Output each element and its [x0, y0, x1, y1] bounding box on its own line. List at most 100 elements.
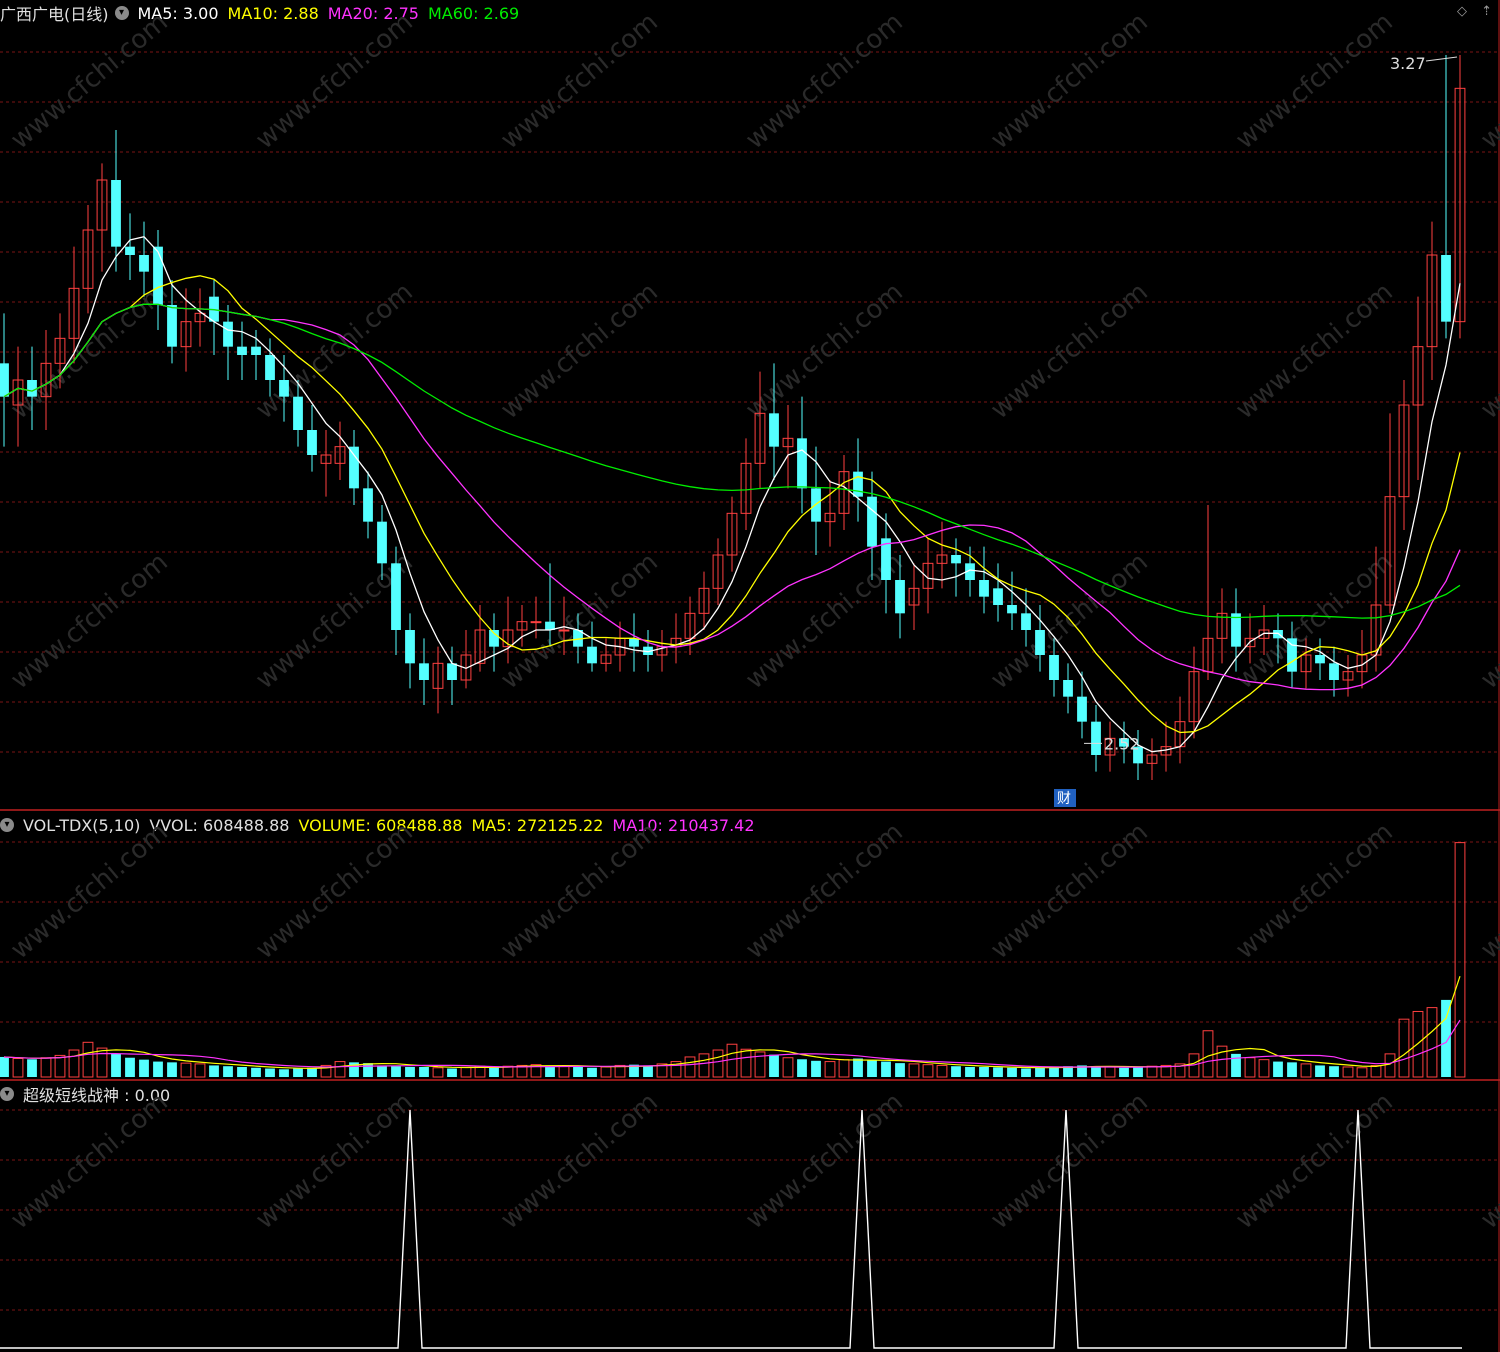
- candle-body: [1021, 613, 1031, 630]
- candle-body: [349, 446, 359, 489]
- volume-bar: [643, 1065, 653, 1077]
- watermark: www.cfchi.com: [250, 7, 419, 155]
- candle-body: [1231, 613, 1241, 647]
- volume-bar: [1216, 1045, 1228, 1078]
- volume-bar: [1384, 1053, 1396, 1078]
- watermark: www.cfchi.com: [5, 547, 174, 695]
- volume-bar: [180, 1062, 192, 1078]
- watermark: www.cfchi.com: [740, 277, 909, 425]
- candle-body: [0, 363, 9, 397]
- candle-body: [251, 346, 261, 355]
- candle-body: [530, 621, 542, 624]
- candle-body: [993, 588, 1003, 605]
- volume-bar: [489, 1066, 499, 1077]
- volume-bar: [853, 1058, 863, 1077]
- watermark: www.cfchi.com: [1230, 817, 1399, 965]
- volume-bar: [251, 1067, 261, 1077]
- candle-body: [139, 255, 149, 272]
- volume-bar: [68, 1049, 80, 1078]
- watermark: www.cfchi.com: [250, 1087, 419, 1235]
- watermark: www.cfchi.com: [5, 277, 174, 425]
- volume-bar: [1441, 999, 1451, 1077]
- volume-bar: [419, 1066, 429, 1077]
- volume-bar: [838, 1059, 850, 1078]
- volume-bar: [1315, 1065, 1325, 1077]
- volume-bar: [125, 1057, 135, 1077]
- watermark: www.cfchi.com: [495, 7, 664, 155]
- watermark: www.cfchi.com: [1475, 817, 1500, 965]
- candle-body: [1063, 680, 1073, 697]
- volume-bar: [1244, 1057, 1256, 1078]
- volume-bar: [740, 1048, 752, 1078]
- high-arrow: [1425, 56, 1458, 62]
- watermark: www.cfchi.com: [1230, 1087, 1399, 1235]
- watermark: www.cfchi.com: [250, 817, 419, 965]
- volume-bar: [698, 1053, 710, 1078]
- volume-bar: [377, 1065, 387, 1077]
- volume-bar: [265, 1068, 275, 1077]
- volume-bar: [965, 1066, 975, 1077]
- volume-bar: [96, 1047, 108, 1078]
- candle-body: [27, 380, 37, 397]
- watermark: www.cfchi.com: [5, 7, 174, 155]
- volume-bar: [1287, 1062, 1297, 1077]
- volume-bar: [447, 1068, 457, 1077]
- volume-bar: [979, 1066, 989, 1077]
- volume-bar: [167, 1062, 177, 1077]
- volume-bar: [209, 1065, 219, 1077]
- candle-body: [1287, 638, 1297, 672]
- volume-bar: [0, 1056, 9, 1077]
- watermark: www.cfchi.com: [740, 1087, 909, 1235]
- volume-bar: [908, 1063, 920, 1078]
- candle-body: [1441, 255, 1451, 322]
- volume-bar: [895, 1063, 905, 1077]
- watermark: www.cfchi.com: [740, 817, 909, 965]
- candle-body: [797, 438, 807, 489]
- volume-bar: [1329, 1066, 1339, 1077]
- candle-body: [125, 246, 135, 255]
- candle-body: [223, 321, 233, 347]
- candle-body: [391, 563, 401, 630]
- candle-body: [769, 413, 779, 447]
- candle-body: [265, 355, 275, 380]
- watermark: www.cfchi.com: [495, 817, 664, 965]
- volume-bar: [811, 1060, 821, 1077]
- volume-bar: [1370, 1064, 1382, 1078]
- volume-ma10-line: [3, 1019, 1461, 1068]
- volume-bar: [293, 1068, 303, 1077]
- volume-bar: [1049, 1066, 1059, 1077]
- watermark: www.cfchi.com: [1230, 547, 1399, 695]
- volume-bar: [223, 1066, 233, 1077]
- candle-body: [405, 630, 415, 664]
- candle-body: [1273, 630, 1283, 639]
- candle-body: [1007, 605, 1017, 614]
- candle-body: [167, 305, 177, 347]
- volume-bar: [1091, 1066, 1101, 1077]
- volume-bar: [1426, 1007, 1438, 1078]
- volume-bar: [797, 1059, 807, 1077]
- candle-body: [558, 629, 570, 632]
- watermark: www.cfchi.com: [1475, 547, 1500, 695]
- candle-body: [279, 380, 289, 397]
- volume-bar: [194, 1063, 206, 1078]
- volume-bar: [600, 1066, 612, 1078]
- watermark: www.cfchi.com: [1475, 1087, 1500, 1235]
- volume-bar: [1356, 1067, 1368, 1078]
- volume-bar: [405, 1066, 415, 1077]
- volume-bar: [573, 1066, 583, 1077]
- watermark: www.cfchi.com: [985, 277, 1154, 425]
- watermark: www.cfchi.com: [985, 7, 1154, 155]
- volume-bar: [27, 1059, 37, 1077]
- volume-bar: [12, 1057, 24, 1078]
- volume-bar: [139, 1059, 149, 1077]
- volume-bar: [111, 1053, 121, 1077]
- candle-body: [293, 396, 303, 430]
- volume-bar: [1133, 1066, 1143, 1077]
- volume-bar: [867, 1060, 877, 1077]
- stock-chart-canvas[interactable]: www.cfchi.com www.cfchi.com www.cfchi.com w…: [0, 0, 1500, 1352]
- volume-bar: [1119, 1067, 1129, 1077]
- candle-body: [951, 555, 961, 564]
- volume-bar: [1342, 1066, 1354, 1078]
- volume-bar: [1035, 1067, 1045, 1077]
- volume-bar: [1454, 842, 1466, 1078]
